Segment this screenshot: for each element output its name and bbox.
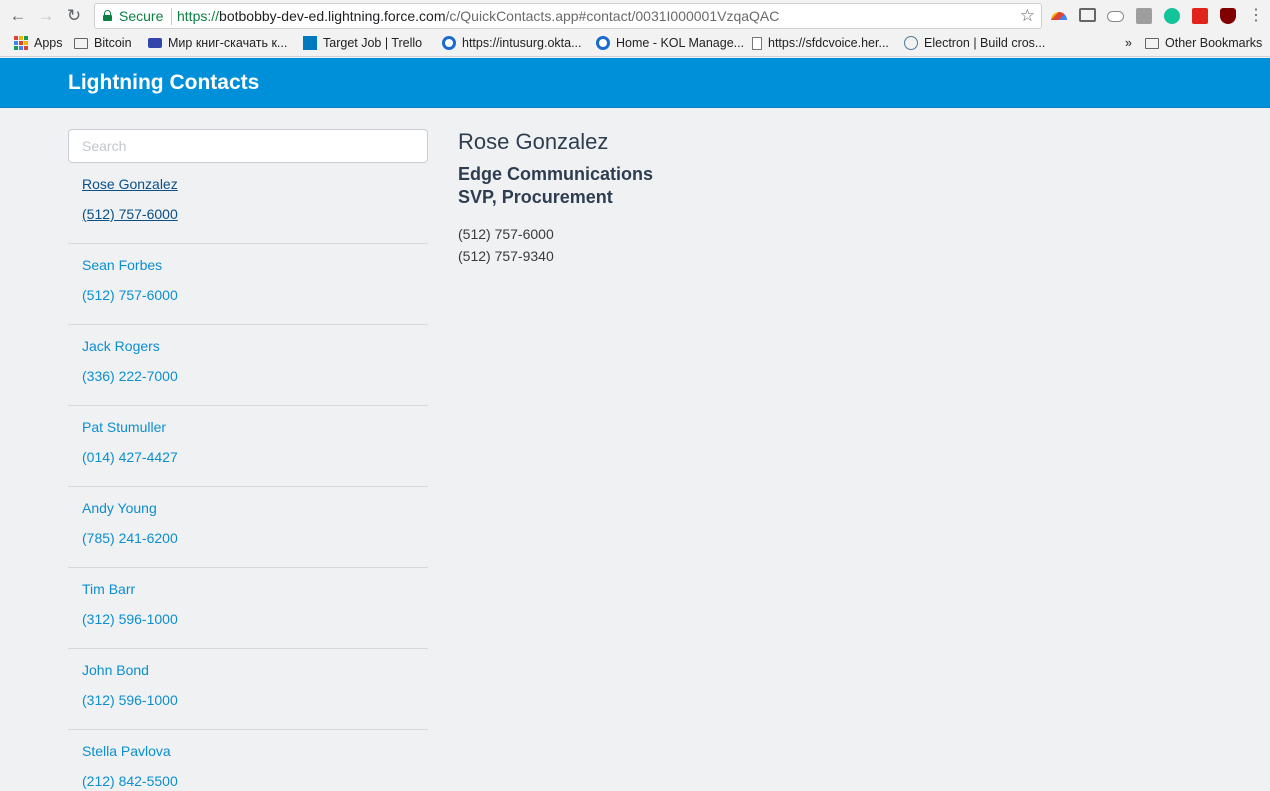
extension-icon[interactable] xyxy=(1051,12,1067,20)
folder-icon xyxy=(1145,37,1159,49)
ublock-icon[interactable] xyxy=(1220,8,1236,24)
url-text[interactable]: https://botbobby-dev-ed.lightning.force.… xyxy=(177,8,779,24)
detail-mobile-phone: (512) 757-9340 xyxy=(458,248,554,264)
menu-dots-icon[interactable]: ⋮ xyxy=(1245,5,1267,27)
back-arrow-icon[interactable]: ← xyxy=(7,5,29,27)
cast-icon[interactable] xyxy=(1079,8,1096,22)
bookmarks-bar: Apps Bitcoin Мир книг-скачать к... Targe… xyxy=(0,32,1270,57)
secure-label: Secure xyxy=(119,8,164,24)
contact-item[interactable]: Andy Young (785) 241-6200 xyxy=(68,487,428,568)
site-icon xyxy=(148,38,162,48)
cloud-icon[interactable] xyxy=(1107,11,1124,22)
bookmark-star-icon[interactable]: ☆ xyxy=(1020,6,1035,26)
app-title: Lightning Contacts xyxy=(68,71,260,94)
contact-item[interactable]: Jack Rogers (336) 222-7000 xyxy=(68,325,428,406)
contact-item[interactable]: Pat Stumuller (014) 427-4427 xyxy=(68,406,428,487)
contact-name-link[interactable]: Rose Gonzalez xyxy=(82,176,414,192)
address-bar[interactable]: Secure https://botbobby-dev-ed.lightning… xyxy=(94,3,1042,29)
contact-item[interactable]: Sean Forbes (512) 757-6000 xyxy=(68,244,428,325)
contact-phone-link[interactable]: (785) 241-6200 xyxy=(82,530,414,546)
browser-toolbar: ← → ↻ Secure https://botbobby-dev-ed.lig… xyxy=(0,0,1270,32)
bookmarks-overflow-button[interactable]: » xyxy=(1125,36,1132,50)
contact-name-link[interactable]: Tim Barr xyxy=(82,581,414,597)
contact-name-link[interactable]: Stella Pavlova xyxy=(82,743,414,759)
contact-item[interactable]: Rose Gonzalez (512) 757-6000 xyxy=(68,163,428,244)
bookmark-trello[interactable]: Target Job | Trello xyxy=(303,36,422,50)
search-input[interactable] xyxy=(68,129,428,163)
url-separator xyxy=(171,8,172,25)
forward-arrow-icon[interactable]: → xyxy=(35,5,57,27)
bookmark-apps[interactable]: Apps xyxy=(14,36,63,50)
extension-icon[interactable] xyxy=(1192,8,1208,24)
contact-item[interactable]: John Bond (312) 596-1000 xyxy=(68,649,428,730)
contact-phone-link[interactable]: (312) 596-1000 xyxy=(82,692,414,708)
contact-name-link[interactable]: Andy Young xyxy=(82,500,414,516)
contact-phone-link[interactable]: (212) 842-5500 xyxy=(82,773,414,789)
contact-name-link[interactable]: Sean Forbes xyxy=(82,257,414,273)
electron-icon xyxy=(904,36,918,50)
contact-name-link[interactable]: Jack Rogers xyxy=(82,338,414,354)
lock-icon xyxy=(103,10,112,21)
contact-name-link[interactable]: John Bond xyxy=(82,662,414,678)
extension-icon[interactable] xyxy=(1136,8,1152,24)
contact-phone-link[interactable]: (512) 757-6000 xyxy=(82,206,414,222)
folder-icon xyxy=(74,37,88,49)
app-header: Lightning Contacts xyxy=(0,58,1270,108)
contact-name-link[interactable]: Pat Stumuller xyxy=(82,419,414,435)
contact-detail: Rose Gonzalez Edge Communications SVP, P… xyxy=(458,129,653,267)
detail-phone: (512) 757-6000 xyxy=(458,226,554,242)
apps-grid-icon xyxy=(14,36,28,50)
detail-company: Edge Communications xyxy=(458,164,654,184)
okta-icon xyxy=(596,36,610,50)
bookmark-electron[interactable]: Electron | Build cros... xyxy=(904,36,1045,50)
trello-icon xyxy=(303,36,317,50)
bookmark-bitcoin[interactable]: Bitcoin xyxy=(74,36,132,50)
grammarly-icon[interactable] xyxy=(1164,8,1180,24)
reload-icon[interactable]: ↻ xyxy=(63,5,85,27)
page-icon xyxy=(752,36,762,50)
contact-phone-link[interactable]: (014) 427-4427 xyxy=(82,449,414,465)
contact-phone-link[interactable]: (512) 757-6000 xyxy=(82,287,414,303)
detail-name: Rose Gonzalez xyxy=(458,129,609,154)
bookmark-mir-knig[interactable]: Мир книг-скачать к... xyxy=(148,36,287,50)
other-bookmarks[interactable]: Other Bookmarks xyxy=(1145,36,1262,50)
contact-phone-link[interactable]: (312) 596-1000 xyxy=(82,611,414,627)
contact-list: Rose Gonzalez (512) 757-6000 Sean Forbes… xyxy=(68,163,428,791)
bookmark-sfdcvoice[interactable]: https://sfdcvoice.her... xyxy=(752,36,889,50)
detail-title: SVP, Procurement xyxy=(458,187,613,207)
contact-phone-link[interactable]: (336) 222-7000 xyxy=(82,368,414,384)
contact-item[interactable]: Tim Barr (312) 596-1000 xyxy=(68,568,428,649)
contact-item[interactable]: Stella Pavlova (212) 842-5500 xyxy=(68,730,428,791)
okta-icon xyxy=(442,36,456,50)
bookmark-kol[interactable]: Home - KOL Manage... xyxy=(596,36,744,50)
bookmark-okta[interactable]: https://intusurg.okta... xyxy=(442,36,582,50)
